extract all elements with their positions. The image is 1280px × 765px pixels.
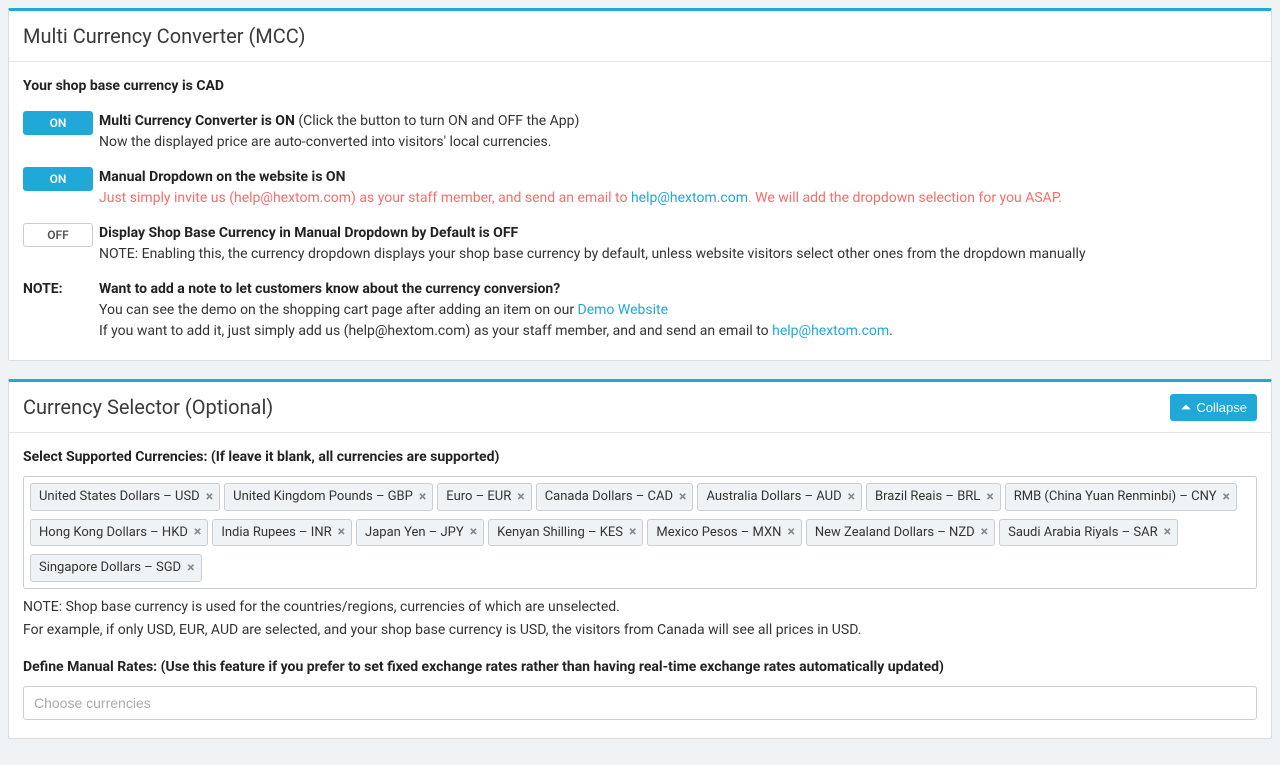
- remove-tag-icon[interactable]: ×: [1164, 525, 1171, 539]
- currency-tag: United Kingdom Pounds – GBP ×: [224, 483, 433, 511]
- currency-tag: Japan Yen – JPY ×: [356, 519, 484, 547]
- remove-tag-icon[interactable]: ×: [986, 490, 993, 504]
- remove-tag-icon[interactable]: ×: [338, 525, 345, 539]
- currency-tag-label: Australia Dollars – AUD: [706, 487, 841, 507]
- currency-tag-label: India Rupees – INR: [221, 523, 331, 543]
- remove-tag-icon[interactable]: ×: [194, 525, 201, 539]
- dropdown-desc: Just simply invite us (help@hextom.com) …: [99, 188, 1257, 209]
- converter-heading-wrap: Multi Currency Converter is ON (Click th…: [99, 111, 1257, 132]
- base-default-toggle[interactable]: OFF: [23, 223, 93, 247]
- currency-tag-label: Singapore Dollars – SGD: [39, 558, 181, 578]
- base-currency-line: Your shop base currency is CAD: [23, 76, 1257, 97]
- remove-tag-icon[interactable]: ×: [787, 525, 794, 539]
- demo-website-link[interactable]: Demo Website: [578, 302, 668, 318]
- currency-tag-label: New Zealand Dollars – NZD: [815, 523, 975, 543]
- currency-tag: Euro – EUR ×: [437, 483, 531, 511]
- currency-tag: Kenyan Shilling – KES ×: [488, 519, 643, 547]
- converter-toggle[interactable]: ON: [23, 111, 93, 135]
- currency-tag: Brazil Reais – BRL ×: [866, 483, 1001, 511]
- currency-tag: Australia Dollars – AUD ×: [697, 483, 862, 511]
- note-line-2: If you want to add it, just simply add u…: [99, 321, 1257, 342]
- currency-tag-label: Kenyan Shilling – KES: [497, 523, 623, 543]
- dropdown-toggle[interactable]: ON: [23, 167, 93, 191]
- note-line-1: You can see the demo on the shopping car…: [99, 300, 1257, 321]
- currency-tag: Saudi Arabia Riyals – SAR ×: [999, 519, 1178, 547]
- currency-note-1: NOTE: Shop base currency is used for the…: [23, 597, 1257, 618]
- base-default-heading: Display Shop Base Currency in Manual Dro…: [99, 223, 1257, 244]
- currency-tag-label: RMB (China Yuan Renminbi) – CNY: [1014, 487, 1217, 507]
- remove-tag-icon[interactable]: ×: [679, 490, 686, 504]
- currency-tag-label: United States Dollars – USD: [39, 487, 200, 507]
- currency-note-2: For example, if only USD, EUR, AUD are s…: [23, 620, 1257, 641]
- mcc-panel-title: Multi Currency Converter (MCC): [23, 21, 306, 51]
- mcc-panel: Multi Currency Converter (MCC) Your shop…: [8, 8, 1272, 361]
- converter-desc: Now the displayed price are auto-convert…: [99, 132, 1257, 153]
- base-default-toggle-row: OFF Display Shop Base Currency in Manual…: [23, 223, 1257, 265]
- manual-rates-input[interactable]: [23, 686, 1257, 720]
- supported-currencies-label: Select Supported Currencies: (If leave i…: [23, 447, 1257, 468]
- currency-tag-label: United Kingdom Pounds – GBP: [233, 487, 413, 507]
- dropdown-desc-post: . We will add the dropdown selection for…: [748, 190, 1062, 206]
- currency-tag: Mexico Pesos – MXN ×: [647, 519, 801, 547]
- note-label: NOTE:: [23, 279, 99, 300]
- remove-tag-icon[interactable]: ×: [419, 490, 426, 504]
- mcc-panel-body: Your shop base currency is CAD ON Multi …: [9, 62, 1271, 360]
- mcc-panel-header: Multi Currency Converter (MCC): [9, 11, 1271, 62]
- converter-toggle-row: ON Multi Currency Converter is ON (Click…: [23, 111, 1257, 153]
- dropdown-toggle-row: ON Manual Dropdown on the website is ON …: [23, 167, 1257, 209]
- remove-tag-icon[interactable]: ×: [470, 525, 477, 539]
- remove-tag-icon[interactable]: ×: [848, 490, 855, 504]
- currency-tag-label: Saudi Arabia Riyals – SAR: [1008, 523, 1158, 543]
- collapse-button[interactable]: Collapse: [1170, 394, 1257, 421]
- dropdown-desc-pre: Just simply invite us (help@hextom.com) …: [99, 190, 631, 206]
- currency-tag: United States Dollars – USD ×: [30, 483, 220, 511]
- help-email-link-2[interactable]: help@hextom.com: [772, 323, 889, 339]
- currency-selector-title: Currency Selector (Optional): [23, 392, 273, 422]
- currency-tag: RMB (China Yuan Renminbi) – CNY ×: [1005, 483, 1237, 511]
- currency-selector-body: Select Supported Currencies: (If leave i…: [9, 433, 1271, 738]
- converter-heading: Multi Currency Converter is ON: [99, 113, 295, 129]
- note-row: NOTE: Want to add a note to let customer…: [23, 279, 1257, 342]
- supported-currencies-input[interactable]: United States Dollars – USD×United Kingd…: [23, 476, 1257, 589]
- remove-tag-icon[interactable]: ×: [517, 490, 524, 504]
- currency-tag-label: Mexico Pesos – MXN: [656, 523, 781, 543]
- note-line-1-pre: You can see the demo on the shopping car…: [99, 302, 578, 318]
- currency-tag-label: Japan Yen – JPY: [365, 523, 464, 543]
- note-line-2-pre: If you want to add it, just simply add u…: [99, 323, 772, 339]
- currency-tag-label: Brazil Reais – BRL: [875, 487, 980, 507]
- currency-tag: Hong Kong Dollars – HKD ×: [30, 519, 208, 547]
- remove-tag-icon[interactable]: ×: [1223, 490, 1230, 504]
- currency-tag-label: Euro – EUR: [446, 487, 511, 507]
- base-default-desc: NOTE: Enabling this, the currency dropdo…: [99, 244, 1257, 265]
- currency-tag: New Zealand Dollars – NZD ×: [806, 519, 995, 547]
- currency-tag-label: Hong Kong Dollars – HKD: [39, 523, 188, 543]
- dropdown-heading: Manual Dropdown on the website is ON: [99, 167, 1257, 188]
- manual-rates-label: Define Manual Rates: (Use this feature i…: [23, 657, 1257, 678]
- remove-tag-icon[interactable]: ×: [629, 525, 636, 539]
- currency-tag: India Rupees – INR ×: [212, 519, 352, 547]
- note-line-2-post: .: [889, 323, 893, 339]
- note-question: Want to add a note to let customers know…: [99, 279, 1257, 300]
- chevron-up-icon: [1180, 401, 1192, 413]
- remove-tag-icon[interactable]: ×: [206, 490, 213, 504]
- currency-tag-label: Canada Dollars – CAD: [545, 487, 673, 507]
- currency-selector-header: Currency Selector (Optional) Collapse: [9, 382, 1271, 433]
- remove-tag-icon[interactable]: ×: [981, 525, 988, 539]
- currency-tag: Singapore Dollars – SGD ×: [30, 554, 202, 582]
- remove-tag-icon[interactable]: ×: [187, 561, 194, 575]
- currency-tag: Canada Dollars – CAD ×: [536, 483, 694, 511]
- converter-heading-note: (Click the button to turn ON and OFF the…: [298, 113, 579, 129]
- help-email-link[interactable]: help@hextom.com: [631, 190, 748, 206]
- currency-selector-panel: Currency Selector (Optional) Collapse Se…: [8, 379, 1272, 739]
- collapse-button-label: Collapse: [1196, 400, 1247, 415]
